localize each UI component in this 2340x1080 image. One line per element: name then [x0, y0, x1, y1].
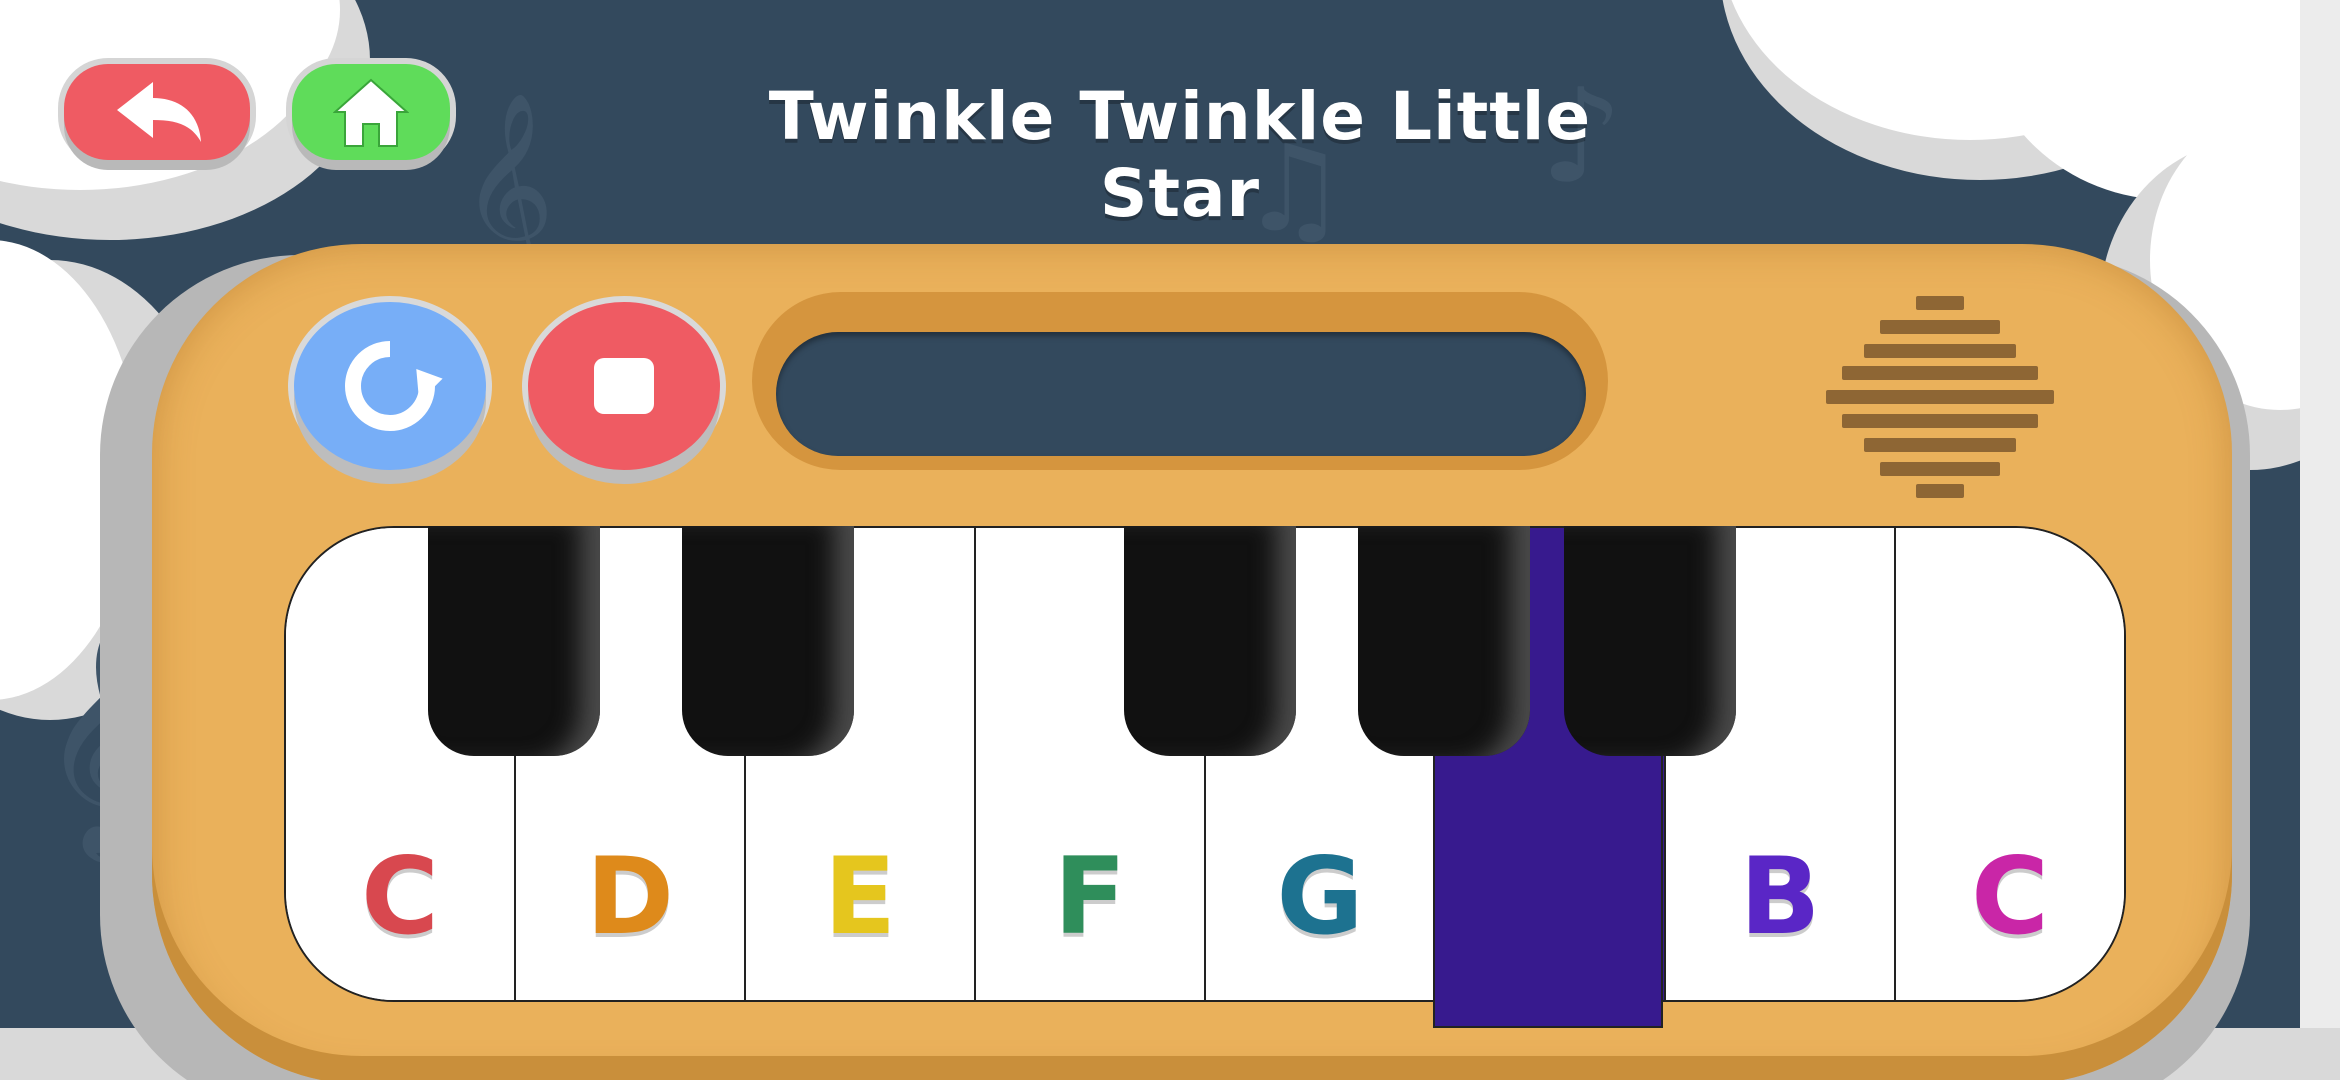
- piano-key-c-high[interactable]: C: [1896, 528, 2124, 1000]
- piano-key-f-sharp[interactable]: [1124, 526, 1296, 756]
- back-button[interactable]: [64, 64, 250, 160]
- piano-key-a-sharp[interactable]: [1564, 526, 1736, 756]
- display-screen: [776, 332, 1586, 456]
- key-label: B: [1739, 835, 1821, 958]
- key-label: F: [1053, 835, 1127, 958]
- stop-icon: [594, 358, 654, 414]
- key-label: D: [586, 835, 674, 958]
- song-title: Twinkle Twinkle Little Star: [768, 78, 1592, 232]
- key-label: C: [1971, 835, 2049, 958]
- replay-button[interactable]: [294, 302, 486, 470]
- piano-key-c-sharp[interactable]: [428, 526, 600, 756]
- right-edge: [2300, 0, 2340, 1080]
- replay-icon: [345, 341, 443, 431]
- key-label: C: [361, 835, 439, 958]
- home-icon: [333, 78, 409, 147]
- key-label: E: [823, 835, 897, 958]
- stop-button[interactable]: [528, 302, 720, 470]
- piano-key-d-sharp[interactable]: [682, 526, 854, 756]
- key-label: G: [1276, 835, 1364, 958]
- piano-key-g-sharp[interactable]: [1358, 526, 1530, 756]
- game-screen: 𝄞 ♫ ♪ 𝄞 Twinkle Twinkle Little Star: [0, 0, 2340, 1080]
- back-arrow-icon: [117, 82, 201, 142]
- home-button[interactable]: [292, 64, 450, 160]
